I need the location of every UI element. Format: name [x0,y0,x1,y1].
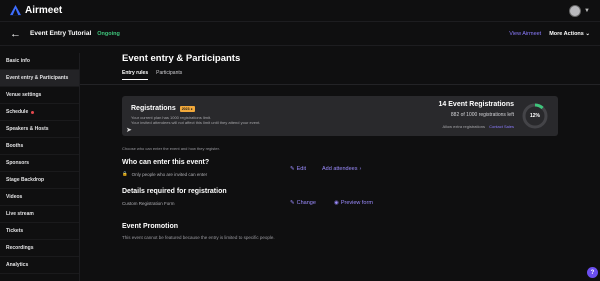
invite-note-text: Your invited attendees will not affect t… [131,120,261,125]
tabs: Entry rules Participants [122,70,562,80]
sidebar-item-label: Tickets [6,228,24,234]
sidebar-item-recordings[interactable]: Recordings [0,240,79,257]
registrations-title: Registrations 2023 ● [131,105,195,112]
add-attendees-label: Add attendees [322,166,358,172]
extra-registrations: Allow extra registrations Contact Sales [443,124,515,129]
sidebar-item-label: Recordings [6,245,34,251]
preview-form-button[interactable]: ◉ Preview form [334,200,373,206]
registration-form-value: Custom Registration Form [122,201,175,206]
sidebar-item-label: Analytics [6,262,29,268]
preview-form-label: Preview form [340,200,373,206]
who-can-enter-text: Only people who are invited can enter [131,171,208,177]
sidebar: Basic info Event entry & Participants Ve… [0,53,80,281]
edit-label: Edit [296,166,307,172]
chevron-right-icon: › [359,166,362,172]
sidebar-item-label: Basic info [6,58,30,64]
registrations-left: 882 of 1000 registrations left [450,112,514,118]
contact-sales-link[interactable]: Contact Sales [489,124,514,129]
tab-entry-rules[interactable]: Entry rules [122,70,149,80]
sidebar-item-videos[interactable]: Videos [0,189,79,206]
sidebar-item-sponsors[interactable]: Sponsors [0,155,79,172]
entry-hint: Choose who can enter the event and how t… [122,146,220,151]
chevron-down-icon: ⌄ [585,30,590,37]
sidebar-item-label: Stage Backdrop [6,177,45,183]
chevron-down-icon: ▼ [584,7,590,14]
help-button[interactable]: ? [587,267,598,278]
brand[interactable]: Airmeet [10,5,62,16]
eye-icon: ◉ [334,200,339,206]
event-promotion-text: This event cannot be featured because th… [122,235,275,240]
sidebar-item-label: Venue settings [6,92,42,98]
divider [80,84,600,85]
registration-count: 14 Event Registrations [438,101,514,108]
user-menu[interactable]: ▼ [569,4,590,17]
more-actions-button[interactable]: More Actions ⌄ [549,31,590,37]
sidebar-item-label: Live stream [6,211,34,217]
avatar[interactable] [569,4,582,17]
change-label: Change [296,200,316,206]
sidebar-item-analytics[interactable]: Analytics [0,257,79,274]
registrations-card: Registrations 2023 ● Your current plan h… [122,96,558,136]
back-arrow-icon[interactable]: ← [10,28,26,40]
top-bar: Airmeet ▼ [0,0,600,22]
event-promotion-title: Event Promotion [122,223,179,230]
sidebar-item-tickets[interactable]: Tickets [0,223,79,240]
who-can-enter-value: 🔒 Only people who are invited can enter [122,171,207,177]
event-bar: ← Event Entry Tutorial Ongoing View Airm… [0,22,600,46]
tab-participants[interactable]: Participants [156,70,182,80]
who-can-enter-title: Who can enter this event? [122,159,210,166]
mouse-cursor-icon: ➤ [126,127,132,134]
status-badge: Ongoing [97,30,120,37]
sidebar-item-label: Event entry & Participants [6,75,69,81]
add-attendees-button[interactable]: Add attendees › [322,166,361,172]
plan-badge: 2023 ● [179,105,195,112]
main-content: Event entry & Participants Entry rules P… [80,53,600,240]
view-airmeet-link[interactable]: View Airmeet [509,31,541,37]
alert-dot-icon [31,110,35,114]
airmeet-logo-icon [10,5,21,16]
sidebar-item-label: Videos [6,194,23,200]
extra-registrations-label: Allow extra registrations [442,124,485,129]
sidebar-item-schedule[interactable]: Schedule [0,104,79,121]
sidebar-item-stage-backdrop[interactable]: Stage Backdrop [0,172,79,189]
sidebar-item-label: Sponsors [6,160,30,166]
page-title: Event entry & Participants [122,53,241,64]
pencil-icon: ✎ [290,166,295,172]
change-button[interactable]: ✎ Change [290,200,316,206]
sidebar-item-basic-info[interactable]: Basic info [0,53,79,70]
registrations-label: Registrations [131,105,176,112]
sidebar-item-speakers[interactable]: Speakers & Hosts [0,121,79,138]
sidebar-item-label: Booths [6,143,24,149]
sidebar-item-booths[interactable]: Booths [0,138,79,155]
sidebar-item-event-entry[interactable]: Event entry & Participants [0,70,79,87]
donut-percent: 12% [529,113,540,119]
sidebar-item-live-stream[interactable]: Live stream [0,206,79,223]
edit-button[interactable]: ✎ Edit [290,166,306,172]
question-icon: ? [590,269,595,276]
brand-name: Airmeet [25,5,63,16]
sidebar-item-label: Schedule [6,109,29,115]
more-actions-label: More Actions [549,30,584,37]
sidebar-item-label: Speakers & Hosts [6,126,49,132]
sidebar-item-venue-settings[interactable]: Venue settings [0,87,79,104]
details-title: Details required for registration [122,188,227,195]
event-title: Event Entry Tutorial [30,30,92,37]
invite-lock-icon: 🔒 [122,171,128,176]
pencil-icon: ✎ [290,200,295,206]
